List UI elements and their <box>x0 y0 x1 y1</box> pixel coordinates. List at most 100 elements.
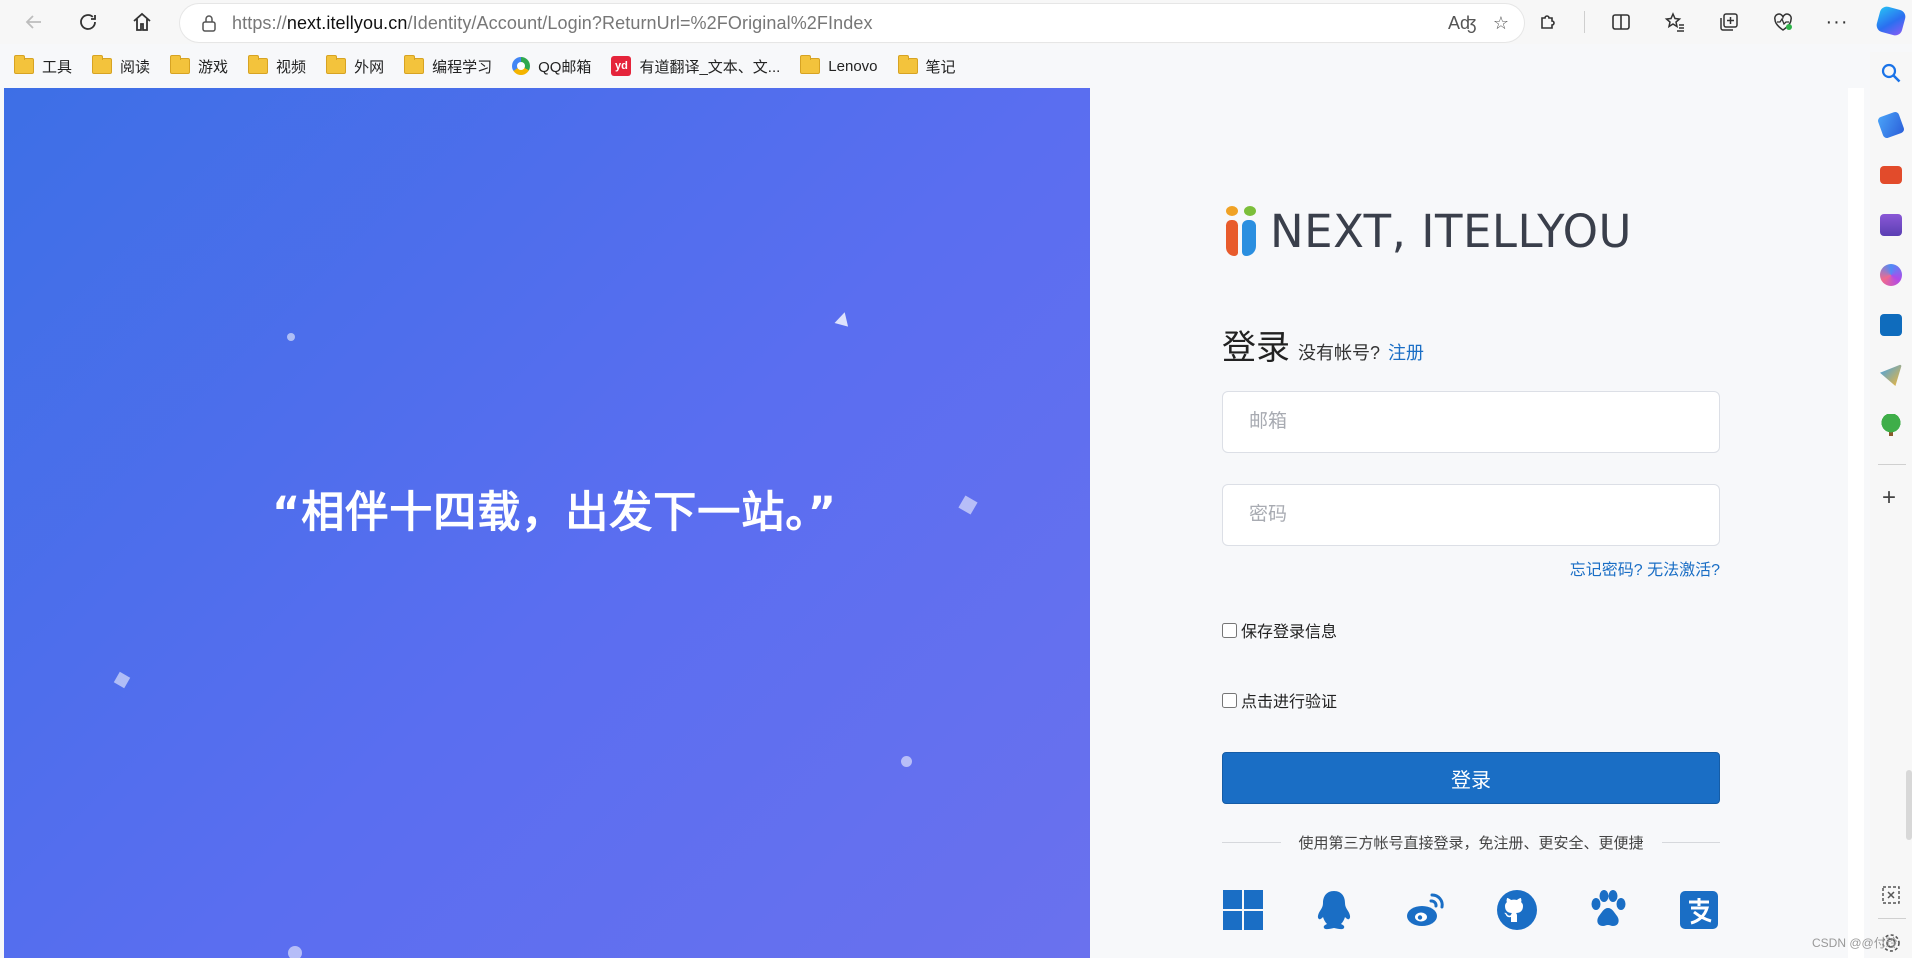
third-party-divider: 使用第三方帐号直接登录，免注册、更安全、更便捷 <box>1222 832 1721 853</box>
bookmark-label: 工具 <box>42 58 73 76</box>
remember-checkbox-input[interactable] <box>1222 622 1237 638</box>
back-button[interactable] <box>16 4 52 40</box>
decor-dot <box>288 946 302 958</box>
forgot-password-link[interactable]: 忘记密码? 无法激活? <box>1570 556 1720 580</box>
baidu-login-button[interactable] <box>1587 889 1629 931</box>
home-button[interactable] <box>124 4 160 40</box>
favorites-button[interactable] <box>1657 4 1693 40</box>
site-logo[interactable]: NEXT, ITELLYOU <box>1222 206 1632 256</box>
search-icon[interactable] <box>1880 62 1902 84</box>
shopping-tag-icon[interactable] <box>1876 110 1906 140</box>
no-account-text: 没有帐号? <box>1298 343 1381 363</box>
alipay-login-button[interactable] <box>1678 889 1720 931</box>
itellyou-logo-icon <box>1222 206 1264 256</box>
verify-label: 点击进行验证 <box>1241 694 1338 711</box>
bookmarks-bar: 工具 阅读 游戏 视频 外网 编程学习 QQ邮箱 yd 有道翻译_文本、文... Lenovo 笔记 <box>0 52 1870 80</box>
email-field[interactable] <box>1222 391 1720 453</box>
add-sidebar-app-icon[interactable]: + <box>1882 486 1896 510</box>
youdao-icon: yd <box>611 56 632 76</box>
alipay-icon <box>1679 891 1718 929</box>
puzzle-icon <box>1541 15 1555 29</box>
bookmark-item[interactable]: 编程学习 <box>404 55 493 77</box>
bookmark-item[interactable]: 游戏 <box>170 55 229 77</box>
home-icon <box>133 12 151 31</box>
windows-login-button[interactable] <box>1222 889 1264 931</box>
more-menu-button[interactable]: ··· <box>1819 4 1855 40</box>
bookmark-item[interactable]: 工具 <box>14 55 73 77</box>
bookmark-label: 视频 <box>276 58 307 76</box>
screenshot-icon[interactable] <box>1880 884 1902 906</box>
bookmark-label: Lenovo <box>828 57 878 75</box>
register-link[interactable]: 注册 <box>1388 339 1424 365</box>
bookmark-item[interactable]: Lenovo <box>800 55 878 75</box>
bookmark-item[interactable]: 外网 <box>326 55 385 77</box>
refresh-button[interactable] <box>70 4 106 40</box>
url-text[interactable]: https://next.itellyou.cn/Identity/Accoun… <box>232 13 873 34</box>
decor-diamond <box>958 495 978 515</box>
folder-icon <box>404 55 425 74</box>
bookmark-item[interactable]: 笔记 <box>897 55 956 77</box>
tree-icon[interactable] <box>1880 414 1902 436</box>
bookmark-label: 笔记 <box>925 58 956 76</box>
copilot-icon[interactable] <box>1875 5 1907 37</box>
login-panel: NEXT, ITELLYOU 登录 没有帐号? 注册 忘记密码? 无法激活? 保… <box>1090 88 1848 958</box>
bookmark-item[interactable]: 阅读 <box>92 55 151 77</box>
bookmark-label: 编程学习 <box>432 58 493 76</box>
collections-button[interactable] <box>1711 4 1747 40</box>
logo-text: NEXT, ITELLYOU <box>1270 205 1632 258</box>
page-viewport: “相伴十四载，出发下一站。” NEXT, ITELLYOU 登录 没有帐号? 注… <box>4 88 1864 958</box>
verify-checkbox[interactable]: 点击进行验证 <box>1222 688 1337 712</box>
github-icon <box>1496 890 1537 930</box>
verify-checkbox-input[interactable] <box>1222 692 1237 708</box>
bookmark-label: 游戏 <box>198 58 229 76</box>
lock-icon[interactable] <box>200 14 218 32</box>
favorite-star-icon[interactable]: ☆ <box>1488 13 1514 34</box>
login-button[interactable]: 登录 <box>1222 752 1720 804</box>
baidu-icon <box>1591 890 1626 926</box>
ellipsis-icon: ··· <box>1825 10 1849 33</box>
scrollbar-thumb[interactable] <box>1906 770 1912 840</box>
browser-toolbar: https://next.itellyou.cn/Identity/Accoun… <box>0 0 1912 44</box>
address-bar[interactable]: https://next.itellyou.cn/Identity/Accoun… <box>180 4 1524 42</box>
folder-icon <box>248 55 269 74</box>
bookmark-item[interactable]: 视频 <box>248 55 307 77</box>
bookmark-label: QQ邮箱 <box>538 58 592 76</box>
weibo-icon <box>1407 893 1445 926</box>
bookmark-label: 外网 <box>354 58 385 76</box>
csdn-watermark: CSDN @@付玲 <box>1812 936 1898 950</box>
folder-icon <box>14 55 34 74</box>
browser-window: https://next.itellyou.cn/Identity/Accoun… <box>0 0 1912 958</box>
split-screen-icon <box>1612 14 1630 30</box>
remember-label: 保存登录信息 <box>1241 624 1338 641</box>
decor-diamond <box>113 671 131 689</box>
back-arrow-icon <box>25 15 41 29</box>
collections-icon <box>1720 13 1738 31</box>
qq-login-button[interactable] <box>1313 889 1355 931</box>
split-screen-button[interactable] <box>1603 4 1639 40</box>
windows-icon <box>1223 890 1263 930</box>
tools-briefcase-icon[interactable] <box>1880 166 1902 184</box>
games-icon[interactable] <box>1880 214 1902 236</box>
bookmark-label: 有道翻译_文本、文... <box>639 58 781 76</box>
toolbar-divider <box>1584 11 1585 33</box>
decor-dot <box>287 333 295 341</box>
bookmark-item[interactable]: yd 有道翻译_文本、文... <box>611 56 780 77</box>
remember-login-checkbox[interactable]: 保存登录信息 <box>1222 618 1337 642</box>
bookmark-item[interactable]: QQ邮箱 <box>512 56 591 77</box>
qq-icon <box>1318 891 1351 930</box>
password-field[interactable] <box>1222 484 1720 546</box>
weibo-login-button[interactable] <box>1404 889 1446 931</box>
bookmark-label: 阅读 <box>120 58 151 76</box>
outlook-icon[interactable] <box>1880 314 1902 336</box>
extensions-button[interactable] <box>1530 4 1566 40</box>
folder-icon <box>326 55 347 74</box>
third-party-logins <box>1222 888 1720 932</box>
drop-send-icon[interactable] <box>1880 364 1902 386</box>
login-title: 登录 <box>1222 329 1290 367</box>
browser-essentials-button[interactable] <box>1765 4 1801 40</box>
heart-pulse-icon <box>1774 13 1792 31</box>
microsoft-365-icon[interactable] <box>1880 264 1902 286</box>
decor-triangle <box>834 310 852 327</box>
github-login-button[interactable] <box>1496 889 1538 931</box>
read-aloud-icon[interactable]: Aʤ <box>1448 13 1476 34</box>
